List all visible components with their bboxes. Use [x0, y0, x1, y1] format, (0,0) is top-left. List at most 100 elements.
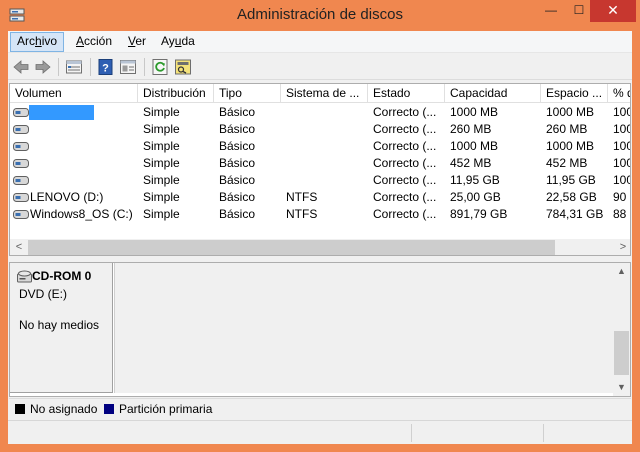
menu-label-part: ivo — [41, 34, 58, 48]
disk-view-vertical-scrollbar[interactable]: ▲ ▼ — [613, 263, 630, 396]
layout-cell: Simple — [143, 207, 180, 221]
column-header-capacidad[interactable]: Capacidad — [445, 84, 541, 103]
free-space-cell: 11,95 GB — [546, 173, 596, 187]
disk-graphical-view[interactable]: CD-ROM 0 DVD (E:) No hay medios ▲ ▼ — [9, 262, 631, 397]
column-header-distribucion[interactable]: Distribución — [138, 84, 214, 103]
menu-label-part: Arc — [17, 34, 35, 48]
capacity-cell: 1000 MB — [450, 139, 499, 153]
volume-drive-icon — [13, 142, 29, 151]
capacity-cell: 25,00 GB — [450, 190, 501, 204]
rescan-disks-icon[interactable] — [174, 58, 192, 76]
volume-row[interactable]: LENOVO (D:) Simple Básico NTFS Correcto … — [10, 189, 630, 206]
free-space-cell: 22,58 GB — [546, 190, 597, 204]
vertical-scroll-thumb[interactable] — [614, 331, 629, 375]
filesystem-cell: NTFS — [286, 190, 318, 204]
column-header-estado[interactable]: Estado — [368, 84, 445, 103]
disk-info-panel[interactable]: CD-ROM 0 DVD (E:) No hay medios — [10, 263, 113, 393]
menu-ayuda[interactable]: Ayuda — [155, 32, 201, 52]
column-header-volumen[interactable]: Volumen — [10, 84, 138, 103]
filesystem-cell — [281, 104, 368, 121]
column-header-espacio-disponible[interactable]: Espacio ... — [541, 84, 608, 103]
layout-cell: Simple — [143, 122, 180, 136]
help-icon[interactable]: ? — [97, 58, 115, 76]
svg-text:?: ? — [102, 63, 109, 75]
forward-arrow-icon[interactable] — [34, 58, 52, 76]
free-space-cell: 1000 MB — [546, 105, 595, 119]
toolbar-separator — [58, 58, 59, 76]
volume-row[interactable]: Simple Básico Correcto (... 260 MB 260 M… — [10, 121, 630, 138]
menu-label-part: er — [135, 34, 147, 48]
properties-icon[interactable] — [119, 58, 137, 76]
percent-free-cell: 100 — [613, 156, 630, 170]
volume-cell — [10, 104, 138, 121]
scroll-right-button[interactable]: > — [616, 239, 630, 255]
percent-free-cell: 88 — [613, 207, 627, 221]
client-area: Archivo Acción Ver Ayuda ? Volumen Distr… — [8, 31, 632, 444]
free-space-cell: 784,31 GB — [546, 207, 604, 221]
close-button[interactable]: ✕ — [590, 0, 636, 22]
volume-drive-icon — [13, 176, 29, 185]
menu-mnemonic: h — [35, 34, 42, 48]
menu-ver[interactable]: Ver — [122, 32, 152, 52]
volume-row[interactable]: Simple Básico Correcto (... 1000 MB 1000… — [10, 104, 630, 121]
menu-accion[interactable]: Acción — [70, 32, 118, 52]
scroll-left-button[interactable]: < — [12, 239, 26, 255]
column-header-sistema-de-archivos[interactable]: Sistema de ... — [281, 84, 368, 103]
type-cell: Básico — [219, 105, 256, 119]
disk-type: DVD (E:) — [19, 287, 67, 301]
percent-free-cell: 100 — [613, 173, 630, 187]
volume-drive-icon — [13, 193, 29, 202]
minimize-button[interactable]: — — [537, 0, 565, 22]
volume-cell — [10, 138, 138, 155]
volume-row[interactable]: Simple Básico Correcto (... 1000 MB 1000… — [10, 138, 630, 155]
legend-label-unallocated: No asignado — [30, 402, 98, 416]
menu-label-part: cción — [84, 34, 113, 48]
status-bar-divider — [543, 424, 544, 442]
volume-cell — [10, 172, 138, 189]
type-cell: Básico — [219, 122, 256, 136]
volume-selection-highlight — [29, 105, 94, 120]
free-space-cell: 452 MB — [546, 156, 588, 170]
disk-list-icon[interactable] — [65, 58, 83, 76]
back-arrow-icon[interactable] — [12, 58, 30, 76]
volume-row[interactable]: Simple Básico Correcto (... 452 MB 452 M… — [10, 155, 630, 172]
volume-list-header: Volumen Distribución Tipo Sistema de ...… — [10, 84, 630, 103]
volume-name: LENOVO (D:) — [30, 190, 104, 204]
legend-swatch-unallocated — [15, 404, 25, 414]
scroll-up-button[interactable]: ▲ — [613, 263, 630, 280]
capacity-cell: 891,79 GB — [450, 207, 508, 221]
disk-partition-area[interactable] — [114, 263, 614, 393]
status-cell: Correcto (... — [373, 156, 437, 170]
volume-list-horizontal-scrollbar[interactable]: < > — [10, 239, 630, 255]
title-bar[interactable]: Administración de discos — ☐ ✕ — [0, 0, 640, 32]
refresh-icon[interactable] — [151, 58, 169, 76]
column-header-porcentaje-disponible[interactable]: % d — [608, 84, 630, 103]
menu-archivo[interactable]: Archivo — [10, 32, 65, 52]
toolbar-separator — [90, 58, 91, 76]
capacity-cell: 260 MB — [450, 122, 492, 136]
status-cell: Correcto (... — [373, 122, 437, 136]
filesystem-cell: NTFS — [286, 207, 318, 221]
volume-cell: LENOVO (D:) — [10, 189, 138, 206]
volume-row[interactable]: Windows8_OS (C:) Simple Básico NTFS Corr… — [10, 206, 630, 223]
type-cell: Básico — [219, 139, 256, 153]
layout-cell: Simple — [143, 139, 180, 153]
maximize-button[interactable]: ☐ — [565, 0, 593, 22]
type-cell: Básico — [219, 190, 256, 204]
volume-drive-icon — [13, 210, 29, 219]
capacity-cell: 1000 MB — [450, 105, 499, 119]
menu-label-part: da — [181, 34, 195, 48]
legend-swatch-primary-partition — [104, 404, 114, 414]
disk-management-window: Administración de discos — ☐ ✕ Archivo A… — [0, 0, 640, 452]
status-cell: Correcto (... — [373, 207, 437, 221]
volume-list[interactable]: Volumen Distribución Tipo Sistema de ...… — [9, 83, 631, 256]
horizontal-scroll-thumb[interactable] — [28, 240, 555, 255]
filesystem-cell — [281, 121, 368, 138]
status-bar — [8, 420, 632, 444]
disk-name: CD-ROM 0 — [32, 269, 92, 283]
volume-row[interactable]: Simple Básico Correcto (... 11,95 GB 11,… — [10, 172, 630, 189]
scroll-down-button[interactable]: ▼ — [613, 379, 630, 396]
toolbar: ? — [8, 54, 632, 80]
menu-bar: Archivo Acción Ver Ayuda — [8, 31, 632, 53]
column-header-tipo[interactable]: Tipo — [214, 84, 281, 103]
